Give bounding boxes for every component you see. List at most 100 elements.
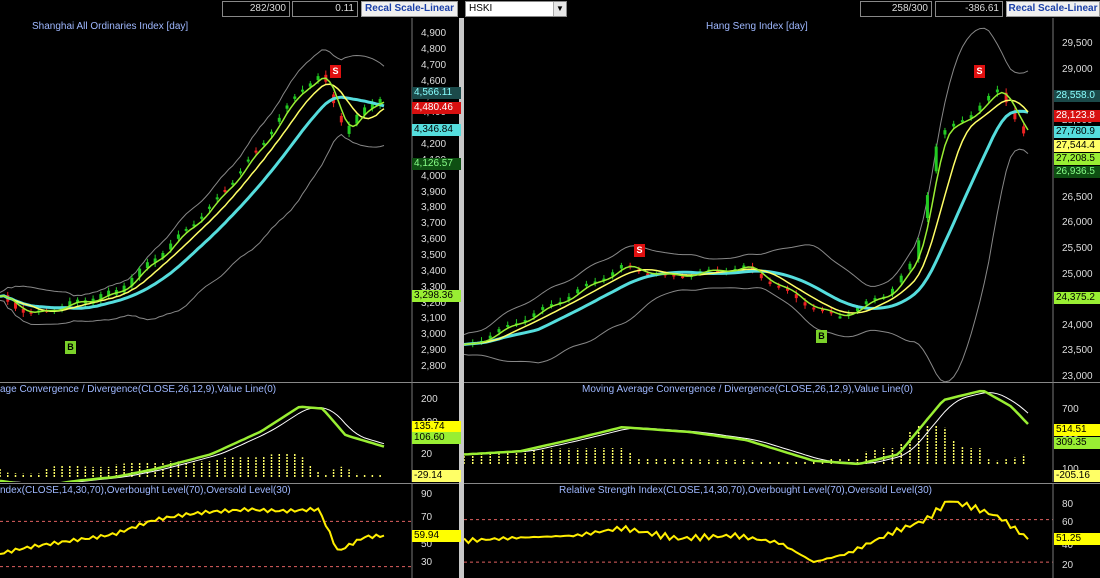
candle-body (254, 150, 258, 153)
candle-body (899, 275, 903, 283)
candle-body (246, 159, 250, 162)
rsi-value-label: 59.94 (412, 530, 461, 542)
candle-body (1022, 126, 1026, 134)
price-axis-tick: 4,800 (421, 43, 447, 55)
right-bar-counter: 258/300 (860, 1, 932, 17)
ma-slow-line (0, 95, 385, 310)
rsi-axis-tick: 80 (1062, 499, 1074, 510)
bollinger-lower (464, 148, 1029, 382)
candle-body (339, 115, 343, 123)
candle-body (864, 301, 868, 305)
macd-axis-tick: 700 (1062, 404, 1079, 415)
price-axis-tick: 2,900 (421, 345, 447, 357)
right-recal-scale-button[interactable]: Recal Scale-Linear (1006, 1, 1100, 17)
macd-value-label: 514.51 (1054, 424, 1100, 436)
ma-slow-line (464, 109, 1029, 346)
candle-body (184, 228, 188, 231)
price-axis-tick: 3,600 (421, 234, 447, 246)
candle-body (803, 302, 807, 306)
price-axis-tick: 2,800 (421, 361, 447, 372)
candle-body (176, 234, 180, 239)
left-bar-counter: 282/300 (222, 1, 290, 17)
candle-body (270, 131, 274, 135)
price-value-label: 27,544.4 (1054, 140, 1100, 152)
macd-value-label: 309.35 (1054, 437, 1100, 449)
price-axis-tick: 29,500 (1062, 38, 1093, 49)
sell-signal-marker: S (974, 65, 985, 78)
candle-body (794, 294, 798, 299)
price-axis-tick: 3,100 (421, 313, 447, 325)
price-axis-tick: 25,000 (1062, 268, 1093, 280)
right-rsi-chart (464, 483, 1054, 578)
left-price-chart (0, 18, 413, 382)
price-axis-tick: 3,700 (421, 218, 447, 230)
candle-body (777, 285, 781, 288)
price-axis-tick: 24,000 (1062, 319, 1093, 331)
price-value-label: 27,780.9 (1054, 126, 1100, 138)
price-axis-tick: 25,500 (1062, 242, 1093, 254)
candle-body (262, 142, 266, 145)
price-axis-tick: 3,900 (421, 186, 447, 198)
rsi-axis-tick: 90 (421, 489, 433, 500)
candle-body (584, 283, 588, 287)
price-value-label: 4,480.46 (412, 102, 461, 114)
chevron-down-icon[interactable]: ▼ (553, 2, 566, 16)
candle-body (908, 263, 912, 270)
candle-body (812, 307, 816, 310)
symbol-value: HSKI (469, 3, 493, 14)
price-value-label: 4,566.11 (412, 87, 461, 99)
sell-signal-marker: S (634, 244, 645, 257)
price-axis-tick: 26,000 (1062, 217, 1093, 229)
candle-body (293, 96, 297, 99)
candle-body (200, 216, 204, 219)
price-axis-tick: 3,800 (421, 202, 447, 214)
right-macd-chart (464, 382, 1054, 482)
candle-body (943, 130, 947, 135)
rsi-axis-tick: 70 (421, 512, 433, 523)
price-axis-tick: 23,500 (1062, 345, 1093, 357)
rsi-line (0, 506, 385, 555)
candle-body (238, 171, 242, 174)
macd-line (0, 405, 385, 482)
candle-body (995, 89, 999, 93)
macd-axis-tick: 200 (421, 394, 438, 405)
candle-body (497, 329, 501, 333)
candle-body (215, 197, 219, 200)
right-price-chart (464, 18, 1054, 382)
buy-signal-marker: B (65, 341, 76, 354)
candle-body (987, 95, 991, 101)
price-axis-tick: 23,000 (1062, 371, 1093, 382)
right-value-readout: -386.61 (935, 1, 1003, 17)
rsi-value-label: 51.25 (1054, 533, 1100, 545)
rsi-axis-tick: 20 (1062, 560, 1074, 571)
candle-body (316, 76, 320, 81)
candle-body (277, 117, 281, 122)
bollinger-upper (0, 49, 385, 297)
candle-body (759, 274, 763, 279)
price-axis-tick: 3,500 (421, 250, 447, 261)
candle-body (301, 89, 305, 92)
symbol-select[interactable]: HSKI ▼ (465, 1, 567, 17)
left-macd-chart (0, 382, 413, 482)
price-value-label: 28,558.0 (1054, 90, 1100, 102)
candle-body (207, 206, 211, 209)
price-axis-tick: 26,500 (1062, 191, 1093, 203)
candle-body (768, 281, 772, 285)
ma-fast-line (0, 77, 385, 314)
price-axis-tick: 4,700 (421, 59, 447, 71)
candle-body (838, 316, 842, 319)
candle-body (978, 105, 982, 111)
candle-body (223, 189, 227, 192)
candle-body (934, 146, 938, 172)
price-value-label: 28,123.8 (1054, 110, 1100, 122)
candle-body (541, 307, 545, 310)
left-chart-pane: Shanghai All Ordinaries Index [day] S B … (0, 18, 459, 578)
ma-mid-line (0, 83, 385, 313)
price-axis-tick: 4,000 (421, 170, 447, 182)
price-axis-tick: 3,400 (421, 265, 447, 277)
price-value-label: 3,298.36 (412, 290, 461, 302)
macd-axis-tick: 20 (421, 449, 433, 460)
macd-signal-line (464, 392, 1029, 464)
left-recal-scale-button[interactable]: Recal Scale-Linear (361, 1, 458, 17)
candle-body (925, 195, 929, 219)
